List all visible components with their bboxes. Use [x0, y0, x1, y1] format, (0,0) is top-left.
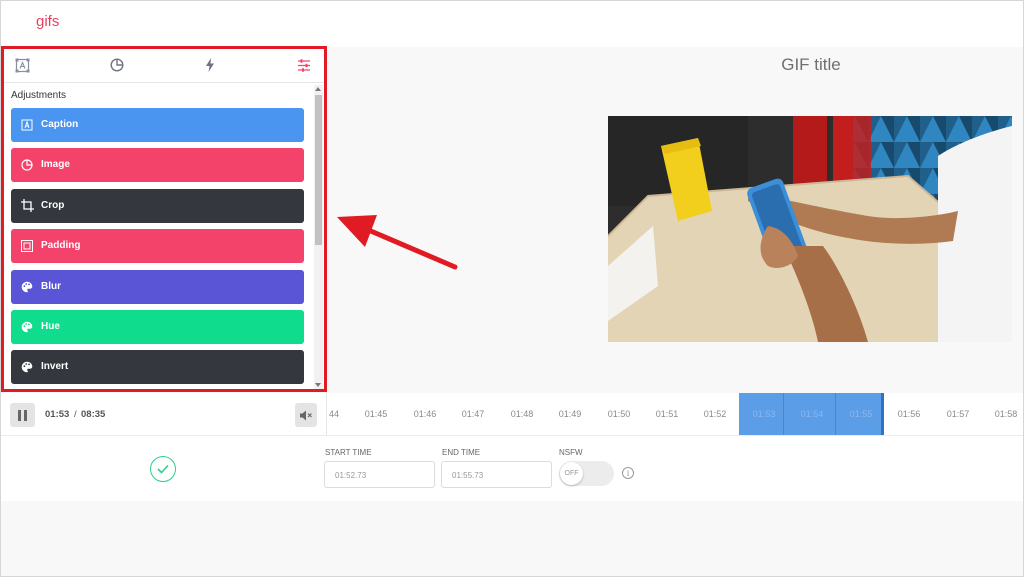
timeline-tick: 01:54: [800, 409, 824, 419]
blur-button[interactable]: Blur: [11, 269, 304, 304]
video-preview[interactable]: [608, 116, 1012, 342]
invert-button[interactable]: Invert: [11, 350, 304, 385]
panel-tabs: [1, 47, 326, 83]
timeline-tick: 01:57: [946, 409, 970, 419]
timeline-tick: 01:48: [510, 409, 534, 419]
selection-end-handle[interactable]: [881, 393, 884, 435]
timeline-tick: 01:45: [364, 409, 388, 419]
padding-button[interactable]: Padding: [11, 229, 304, 264]
caption-label: Caption: [41, 119, 79, 130]
adjustments-list: Caption Image Crop Padding Blur Hue Inve…: [11, 108, 304, 391]
scroll-thumb[interactable]: [315, 95, 322, 245]
confirm-button[interactable]: [150, 456, 176, 482]
timeline-tick: 01:53: [752, 409, 776, 419]
footer-area: [1, 501, 1023, 576]
mute-icon: [300, 410, 312, 420]
hue-button[interactable]: Hue: [11, 309, 304, 344]
panel-scrollbar[interactable]: [314, 85, 323, 389]
nsfw-toggle[interactable]: OFF: [559, 461, 614, 486]
current-time: 01:53: [45, 409, 70, 420]
scroll-down-arrow[interactable]: [315, 383, 321, 387]
bolt-icon[interactable]: [201, 57, 219, 73]
image-button[interactable]: Image: [11, 148, 304, 183]
palette-icon: [20, 320, 34, 334]
hue-label: Hue: [41, 320, 60, 332]
image-icon: [20, 158, 34, 172]
scroll-up-arrow[interactable]: [315, 87, 321, 91]
timeline-tick: 01:52: [703, 409, 727, 419]
sliders-icon[interactable]: [295, 57, 313, 73]
padding-icon: [20, 239, 34, 253]
gif-title[interactable]: GIF title: [761, 55, 861, 75]
timeline-tick: 01:47: [461, 409, 485, 419]
timeline[interactable]: 44 01:45 01:46 01:47 01:48 01:49 01:50 0…: [326, 393, 1023, 435]
brand-logo[interactable]: gifs: [36, 13, 59, 30]
start-time-label: START TIME: [325, 448, 372, 457]
timeline-tick: 01:51: [655, 409, 679, 419]
time-separator: /: [74, 409, 77, 420]
timeline-tick: 01:56: [897, 409, 921, 419]
crop-button[interactable]: Crop: [11, 188, 304, 223]
blur-label: Blur: [41, 280, 61, 292]
caption-button[interactable]: Caption: [11, 108, 304, 142]
info-icon[interactable]: i: [622, 467, 634, 479]
selection-divider: [835, 393, 836, 435]
image-label: Image: [41, 159, 70, 171]
timeline-tick: 01:50: [607, 409, 631, 419]
timeline-tick: 01:49: [558, 409, 582, 419]
timeline-tick: 44: [328, 409, 339, 419]
pointer-arrow-icon: [337, 215, 458, 270]
mute-button[interactable]: [295, 403, 317, 427]
nsfw-label: NSFW: [559, 448, 583, 457]
crop-icon: [20, 199, 34, 213]
caption-icon: [20, 118, 34, 132]
total-time: 08:35: [81, 409, 106, 420]
timeline-tick: 01:46: [413, 409, 437, 419]
adjustments-panel: Adjustments Caption Image Crop Padding B…: [1, 47, 326, 392]
check-icon: [157, 464, 169, 474]
nsfw-toggle-knob[interactable]: OFF: [560, 462, 583, 485]
caption-tab-icon[interactable]: [13, 57, 31, 73]
panel-title: Adjustments: [11, 90, 67, 101]
invert-label: Invert: [41, 361, 69, 373]
start-time-input[interactable]: 01:52.73: [324, 461, 435, 488]
pause-button[interactable]: [10, 403, 35, 427]
page: gifs Adjustments Caption Image Crop Padd…: [0, 0, 1024, 577]
padding-label: Padding: [41, 240, 81, 252]
timeline-tick: 01:58: [994, 409, 1018, 419]
pause-icon: [18, 409, 27, 421]
crop-label: Crop: [41, 199, 65, 211]
end-time-input[interactable]: 01:55.73: [441, 461, 552, 488]
palette-icon: [20, 360, 34, 374]
end-time-label: END TIME: [442, 448, 481, 457]
timeline-tick: 01:55: [849, 409, 873, 419]
image-tab-icon[interactable]: [108, 57, 126, 73]
palette-icon: [20, 280, 34, 294]
top-bar: gifs: [1, 1, 1023, 47]
playback-controls: 01:53 / 08:35: [1, 393, 326, 435]
gif-settings: START TIME 01:52.73 END TIME 01:55.73 NS…: [1, 435, 1023, 501]
